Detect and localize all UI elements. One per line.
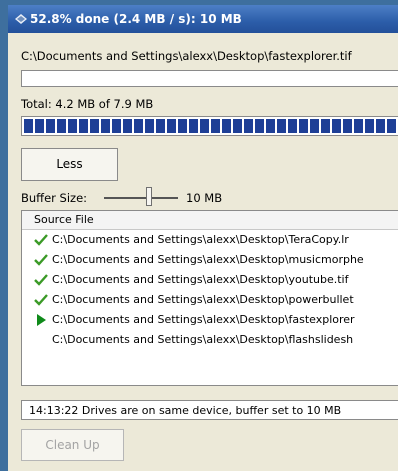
file-progress-bar — [21, 70, 398, 87]
column-header-label: Source File — [34, 213, 94, 226]
buffer-size-value: 10 MB — [186, 191, 223, 205]
file-path: C:\Documents and Settings\alexx\Desktop\… — [52, 333, 354, 346]
title-text: 52.8% done (2.4 MB / s): 10 MB — [30, 12, 242, 26]
list-item[interactable]: C:\Documents and Settings\alexx\Desktop\… — [22, 270, 398, 290]
file-path: C:\Documents and Settings\alexx\Desktop\… — [52, 293, 354, 306]
column-header-source-file[interactable]: Source File — [22, 211, 398, 230]
list-item[interactable]: C:\Documents and Settings\alexx\Desktop\… — [22, 250, 398, 270]
list-item[interactable]: C:\Documents and Settings\alexx\Desktop\… — [22, 230, 398, 250]
clean-up-button[interactable]: Clean Up — [21, 429, 124, 461]
status-log-text: 14:13:22 Drives are on same device, buff… — [29, 404, 342, 417]
buffer-size-label: Buffer Size: — [21, 191, 88, 205]
file-path: C:\Documents and Settings\alexx\Desktop\… — [52, 273, 349, 286]
file-list: Source File C:\Documents and Settings\al… — [21, 210, 398, 386]
buffer-size-slider[interactable] — [104, 197, 178, 199]
file-path: C:\Documents and Settings\alexx\Desktop\… — [52, 313, 355, 326]
buffer-slider-thumb[interactable] — [146, 187, 152, 206]
status-log: 14:13:22 Drives are on same device, buff… — [21, 400, 398, 420]
list-item[interactable]: C:\Documents and Settings\alexx\Desktop\… — [22, 330, 398, 350]
total-progress-text: Total: 4.2 MB of 7.9 MB — [21, 97, 154, 111]
checkmark-icon — [34, 274, 48, 286]
list-item[interactable]: C:\Documents and Settings\alexx\Desktop\… — [22, 310, 398, 330]
checkmark-icon — [34, 294, 48, 306]
less-button[interactable]: Less — [21, 148, 118, 181]
file-path: C:\Documents and Settings\alexx\Desktop\… — [52, 233, 349, 246]
teracopy-window: 52.8% done (2.4 MB / s): 10 MB C:\Docume… — [8, 5, 398, 471]
checkmark-icon — [34, 254, 48, 266]
file-path: C:\Documents and Settings\alexx\Desktop\… — [52, 253, 364, 266]
current-file-path: C:\Documents and Settings\alexx\Desktop\… — [21, 49, 352, 63]
checkmark-icon — [34, 234, 48, 246]
teracopy-icon — [15, 14, 27, 24]
total-progress-bar — [21, 116, 398, 136]
total-progress-fill — [24, 119, 398, 133]
list-item[interactable]: C:\Documents and Settings\alexx\Desktop\… — [22, 290, 398, 310]
play-arrow-icon — [37, 314, 46, 326]
title-bar[interactable]: 52.8% done (2.4 MB / s): 10 MB — [8, 5, 398, 33]
